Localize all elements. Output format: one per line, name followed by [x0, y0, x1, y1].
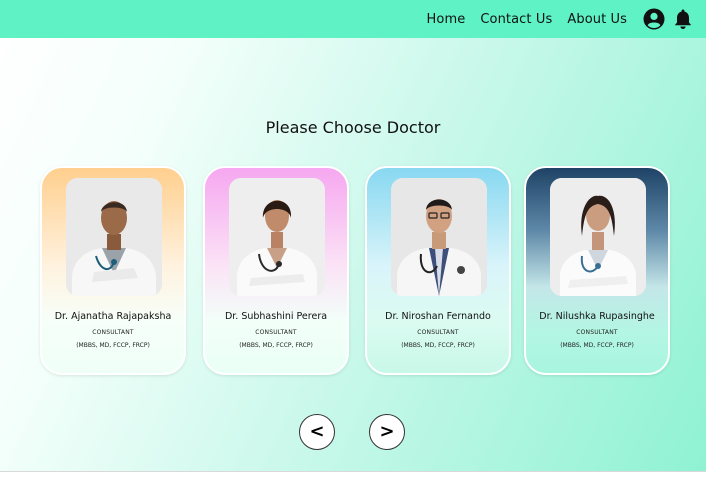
doctor-role: CONSULTANT	[255, 329, 297, 336]
previous-button[interactable]: <	[299, 414, 335, 450]
doctor-name: Dr. Subhashini Perera	[224, 311, 328, 322]
doctor-card[interactable]: Dr. Niroshan Fernando CONSULTANT (MBBS, …	[365, 166, 511, 375]
bell-icon[interactable]	[674, 8, 692, 30]
nav-contact-link[interactable]: Contact Us	[480, 12, 552, 27]
doctor-card[interactable]: Dr. Nilushka Rupasinghe CONSULTANT (MBBS…	[524, 166, 670, 375]
doctor-qualifications: (MBBS, MD, FCCP, FRCP)	[239, 342, 313, 349]
top-navbar: Home Contact Us About Us	[0, 0, 706, 38]
page-background: Home Contact Us About Us Please Choose D…	[0, 0, 706, 472]
doctor-photo	[391, 178, 487, 296]
doctor-qualifications: (MBBS, MD, FCCP, FRCP)	[401, 342, 475, 349]
doctor-role: CONSULTANT	[92, 329, 134, 336]
doctor-card[interactable]: Dr. Subhashini Perera CONSULTANT (MBBS, …	[203, 166, 349, 375]
doctor-card[interactable]: Dr. Ajanatha Rajapaksha CONSULTANT (MBBS…	[40, 166, 186, 375]
doctor-photo	[550, 178, 646, 296]
doctor-name: Dr. Niroshan Fernando	[385, 311, 491, 322]
doctor-name: Dr. Ajanatha Rajapaksha	[54, 311, 172, 322]
doctor-photo	[66, 178, 162, 296]
next-button[interactable]: >	[369, 414, 405, 450]
page-title: Please Choose Doctor	[265, 118, 441, 137]
doctor-role: CONSULTANT	[417, 329, 459, 336]
doctor-qualifications: (MBBS, MD, FCCP, FRCP)	[76, 342, 150, 349]
user-account-icon[interactable]	[643, 8, 665, 30]
nav-home-link[interactable]: Home	[427, 12, 466, 27]
next-arrow-label: >	[379, 421, 395, 442]
doctor-qualifications: (MBBS, MD, FCCP, FRCP)	[560, 342, 634, 349]
doctor-role: CONSULTANT	[576, 329, 618, 336]
doctor-name: Dr. Nilushka Rupasinghe	[539, 311, 655, 322]
doctor-photo	[229, 178, 325, 296]
nav-about-link[interactable]: About Us	[567, 12, 627, 27]
previous-arrow-label: <	[309, 421, 325, 442]
